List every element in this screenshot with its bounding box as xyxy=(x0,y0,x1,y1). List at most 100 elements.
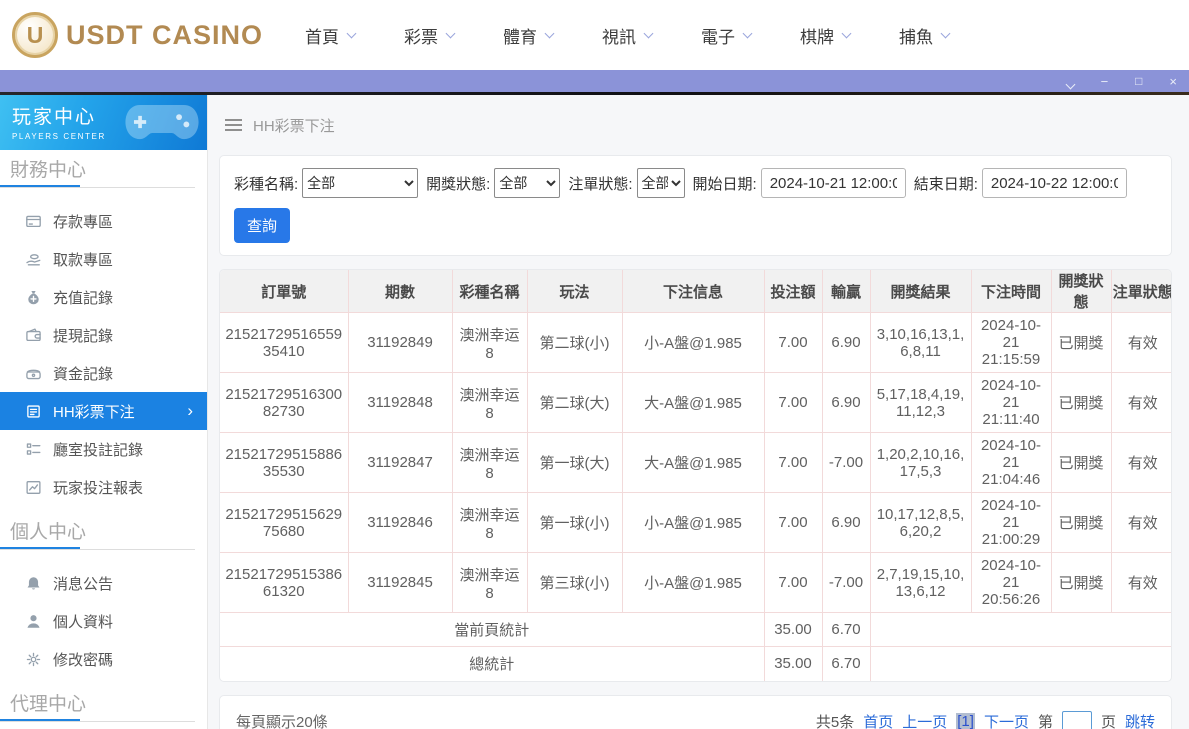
sidebar-item-recharge-bag[interactable]: 充值記錄 xyxy=(0,278,207,316)
nav-item-label: 棋牌 xyxy=(800,23,834,48)
cell-bet-amount: 7.00 xyxy=(764,433,822,493)
chevron-down-icon xyxy=(347,28,357,38)
end-date-input[interactable] xyxy=(982,168,1127,198)
summary-bet-total: 35.00 xyxy=(764,613,822,647)
chevron-down-icon xyxy=(446,28,456,38)
cell-order-status: 有效 xyxy=(1111,313,1172,373)
cell-draw-result: 10,17,12,8,5,6,20,2 xyxy=(870,493,971,553)
page-title: HH彩票下注 xyxy=(253,115,335,136)
menu-icon[interactable] xyxy=(225,119,242,131)
bets-table: 訂單號期數彩種名稱玩法下注信息投注額輸贏開獎結果下注時間開獎狀態注單狀態 215… xyxy=(220,270,1172,681)
next-page-link[interactable]: 下一页 xyxy=(984,711,1029,729)
sidebar-item-hall-record[interactable]: 廳室投註記錄 xyxy=(0,430,207,468)
col-header-bet-info: 下注信息 xyxy=(622,270,764,313)
cell-bet-time: 2024-10-21 21:15:59 xyxy=(971,313,1051,373)
cell-lottery-name: 澳洲幸运8 xyxy=(452,553,527,613)
cell-order-status: 有效 xyxy=(1111,373,1172,433)
window-minimize-button[interactable]: − xyxy=(1101,75,1109,88)
hall-record-icon xyxy=(25,441,42,458)
cell-draw-status: 已開獎 xyxy=(1051,373,1111,433)
section-divider xyxy=(0,185,195,188)
jump-prefix: 第 xyxy=(1038,711,1053,729)
first-page-link[interactable]: 首页 xyxy=(863,711,893,729)
col-header-bet-time: 下注時間 xyxy=(971,270,1051,313)
col-header-draw-status: 開獎狀態 xyxy=(1051,270,1111,313)
order-status-select[interactable]: 全部 xyxy=(637,168,685,198)
nav-item-5[interactable]: 電子 xyxy=(701,23,751,48)
cell-period: 31192845 xyxy=(348,553,452,613)
sidebar-item-label: 玩家投注報表 xyxy=(53,477,143,498)
sidebar-section-title: 財務中心 xyxy=(0,150,207,185)
filter-label-draw-status: 開獎狀態: xyxy=(426,173,490,194)
logo-badge-icon: U xyxy=(12,12,58,58)
sidebar-item-lottery-bet[interactable]: HH彩票下注› xyxy=(0,392,207,430)
total-count: 共5条 xyxy=(816,711,854,729)
cell-draw-status: 已開獎 xyxy=(1051,493,1111,553)
sidebar-item-withdraw-hand[interactable]: 取款專區 xyxy=(0,240,207,278)
recharge-bag-icon xyxy=(25,289,42,306)
cell-win-loss: -7.00 xyxy=(822,553,870,613)
start-date-input[interactable] xyxy=(761,168,906,198)
cell-order-status: 有效 xyxy=(1111,433,1172,493)
bets-table-panel: 訂單號期數彩種名稱玩法下注信息投注額輸贏開獎結果下注時間開獎狀態注單狀態 215… xyxy=(219,269,1172,682)
logo-text: USDT CASINO xyxy=(66,20,263,51)
filter-label-end-date: 結束日期: xyxy=(914,173,978,194)
nav-item-2[interactable]: 彩票 xyxy=(404,23,454,48)
cell-order-id: 2152172951630082730 xyxy=(220,373,348,433)
sidebar-item-deposit-card[interactable]: 存款專區 xyxy=(0,202,207,240)
gamepad-icon xyxy=(123,100,201,149)
draw-status-select[interactable]: 全部 xyxy=(494,168,560,198)
cell-bet-info: 小-A盤@1.985 xyxy=(622,313,764,373)
window-close-button[interactable]: × xyxy=(1169,75,1177,88)
section-divider xyxy=(0,719,195,722)
nav-item-6[interactable]: 棋牌 xyxy=(800,23,850,48)
cell-play-type: 第二球(大) xyxy=(527,373,622,433)
sidebar-item-funds-purse[interactable]: 資金記錄 xyxy=(0,354,207,392)
table-row: 215217295156297568031192846澳洲幸运8第一球(小)小-… xyxy=(220,493,1172,553)
breadcrumb: HH彩票下注 xyxy=(219,95,1172,155)
logo[interactable]: U USDT CASINO xyxy=(0,12,263,58)
nav-item-4[interactable]: 視訊 xyxy=(602,23,652,48)
player-report-icon xyxy=(25,479,42,496)
lottery-name-select[interactable]: 全部 xyxy=(302,168,418,198)
sidebar-item-bell[interactable]: 消息公告 xyxy=(0,564,207,602)
sidebar-items: 消息公告個人資料修改密碼 xyxy=(0,550,207,684)
nav-item-1[interactable]: 首頁 xyxy=(305,23,355,48)
sidebar-items: 存款專區取款專區充值記錄提現記錄資金記錄HH彩票下注›廳室投註記錄玩家投注報表 xyxy=(0,188,207,512)
window-titlebar: − □ × xyxy=(0,70,1189,92)
current-page: [1] xyxy=(956,713,975,729)
window-collapse-button[interactable] xyxy=(1067,75,1074,88)
sidebar-item-person[interactable]: 個人資料 xyxy=(0,602,207,640)
main-nav: 首頁 彩票 體育 視訊 電子 棋牌 捕魚 xyxy=(305,23,949,48)
sidebar-item-label: 修改密碼 xyxy=(53,649,113,670)
cell-win-loss: 6.90 xyxy=(822,313,870,373)
search-button[interactable]: 查詢 xyxy=(234,208,290,243)
lottery-bet-icon xyxy=(25,403,42,420)
cell-period: 31192846 xyxy=(348,493,452,553)
cell-bet-amount: 7.00 xyxy=(764,493,822,553)
cell-order-id: 2152172951588635530 xyxy=(220,433,348,493)
summary-label: 當前頁統計 xyxy=(220,613,764,647)
page-number-input[interactable] xyxy=(1062,711,1092,729)
logo-letter: U xyxy=(27,22,44,49)
window-maximize-button[interactable]: □ xyxy=(1135,75,1142,87)
col-header-order-status: 注單狀態 xyxy=(1111,270,1172,313)
nav-item-7[interactable]: 捕魚 xyxy=(899,23,949,48)
sidebar-item-player-report[interactable]: 玩家投注報表 xyxy=(0,468,207,506)
table-row: 215217295158863553031192847澳洲幸运8第一球(大)大-… xyxy=(220,433,1172,493)
jump-button[interactable]: 跳转 xyxy=(1125,711,1155,729)
col-header-period: 期數 xyxy=(348,270,452,313)
filter-label-order-status: 注單狀態: xyxy=(568,173,632,194)
col-header-draw-result: 開獎結果 xyxy=(870,270,971,313)
prev-page-link[interactable]: 上一页 xyxy=(902,711,947,729)
cell-play-type: 第二球(小) xyxy=(527,313,622,373)
sidebar-item-withdrawal-wallet[interactable]: 提現記錄 xyxy=(0,316,207,354)
cell-win-loss: 6.90 xyxy=(822,493,870,553)
table-header-row: 訂單號期數彩種名稱玩法下注信息投注額輸贏開獎結果下注時間開獎狀態注單狀態 xyxy=(220,270,1172,313)
sidebar-item-label: 提現記錄 xyxy=(53,325,113,346)
withdraw-hand-icon xyxy=(25,251,42,268)
nav-item-3[interactable]: 體育 xyxy=(503,23,553,48)
sidebar-item-gear[interactable]: 修改密碼 xyxy=(0,640,207,678)
nav-item-label: 視訊 xyxy=(602,23,636,48)
section-divider xyxy=(0,547,195,550)
